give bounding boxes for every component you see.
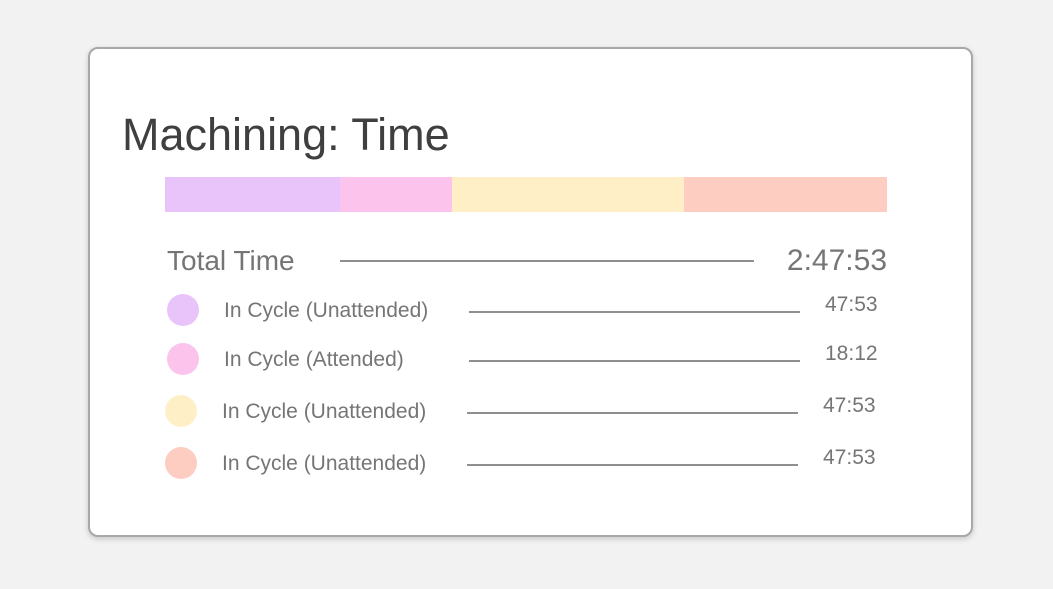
legend-label: In Cycle (Unattended) bbox=[224, 299, 429, 322]
bar-segment-in-cycle-attended bbox=[340, 177, 453, 212]
legend-leader-line bbox=[469, 311, 800, 313]
bar-segment-in-cycle-unattended-1 bbox=[165, 177, 341, 212]
legend-leader-line bbox=[467, 464, 798, 466]
legend-label: In Cycle (Unattended) bbox=[222, 452, 427, 475]
legend-color-dot bbox=[167, 294, 199, 326]
time-distribution-bar bbox=[165, 177, 887, 212]
legend-value: 47:53 bbox=[825, 293, 878, 316]
legend-color-dot bbox=[165, 447, 197, 479]
bar-segment-in-cycle-unattended-3 bbox=[684, 177, 887, 212]
legend-value: 18:12 bbox=[825, 342, 878, 365]
total-time-value: 2:47:53 bbox=[786, 244, 887, 277]
legend-label: In Cycle (Unattended) bbox=[222, 400, 427, 423]
total-time-leader-line bbox=[340, 260, 754, 262]
legend-row-in-cycle-unattended-1: In Cycle (Unattended) 47:53 bbox=[167, 292, 887, 328]
legend-color-dot bbox=[167, 343, 199, 375]
legend-leader-line bbox=[469, 360, 800, 362]
total-time-label: Total Time bbox=[167, 245, 295, 276]
bar-segment-in-cycle-unattended-2 bbox=[452, 177, 685, 212]
legend-color-dot bbox=[165, 395, 197, 427]
legend-row-in-cycle-unattended-2: In Cycle (Unattended) 47:53 bbox=[165, 393, 885, 429]
legend-row-in-cycle-unattended-3: In Cycle (Unattended) 47:53 bbox=[165, 445, 885, 481]
card-title: Machining: Time bbox=[122, 109, 450, 160]
total-time-row: Total Time 2:47:53 bbox=[167, 241, 887, 281]
legend-value: 47:53 bbox=[823, 446, 876, 469]
machining-time-card: Machining: Time Total Time 2:47:53 In Cy… bbox=[88, 47, 973, 537]
legend-leader-line bbox=[467, 412, 798, 414]
legend-value: 47:53 bbox=[823, 394, 876, 417]
legend-row-in-cycle-attended: In Cycle (Attended) 18:12 bbox=[167, 341, 887, 377]
legend-label: In Cycle (Attended) bbox=[224, 348, 404, 371]
